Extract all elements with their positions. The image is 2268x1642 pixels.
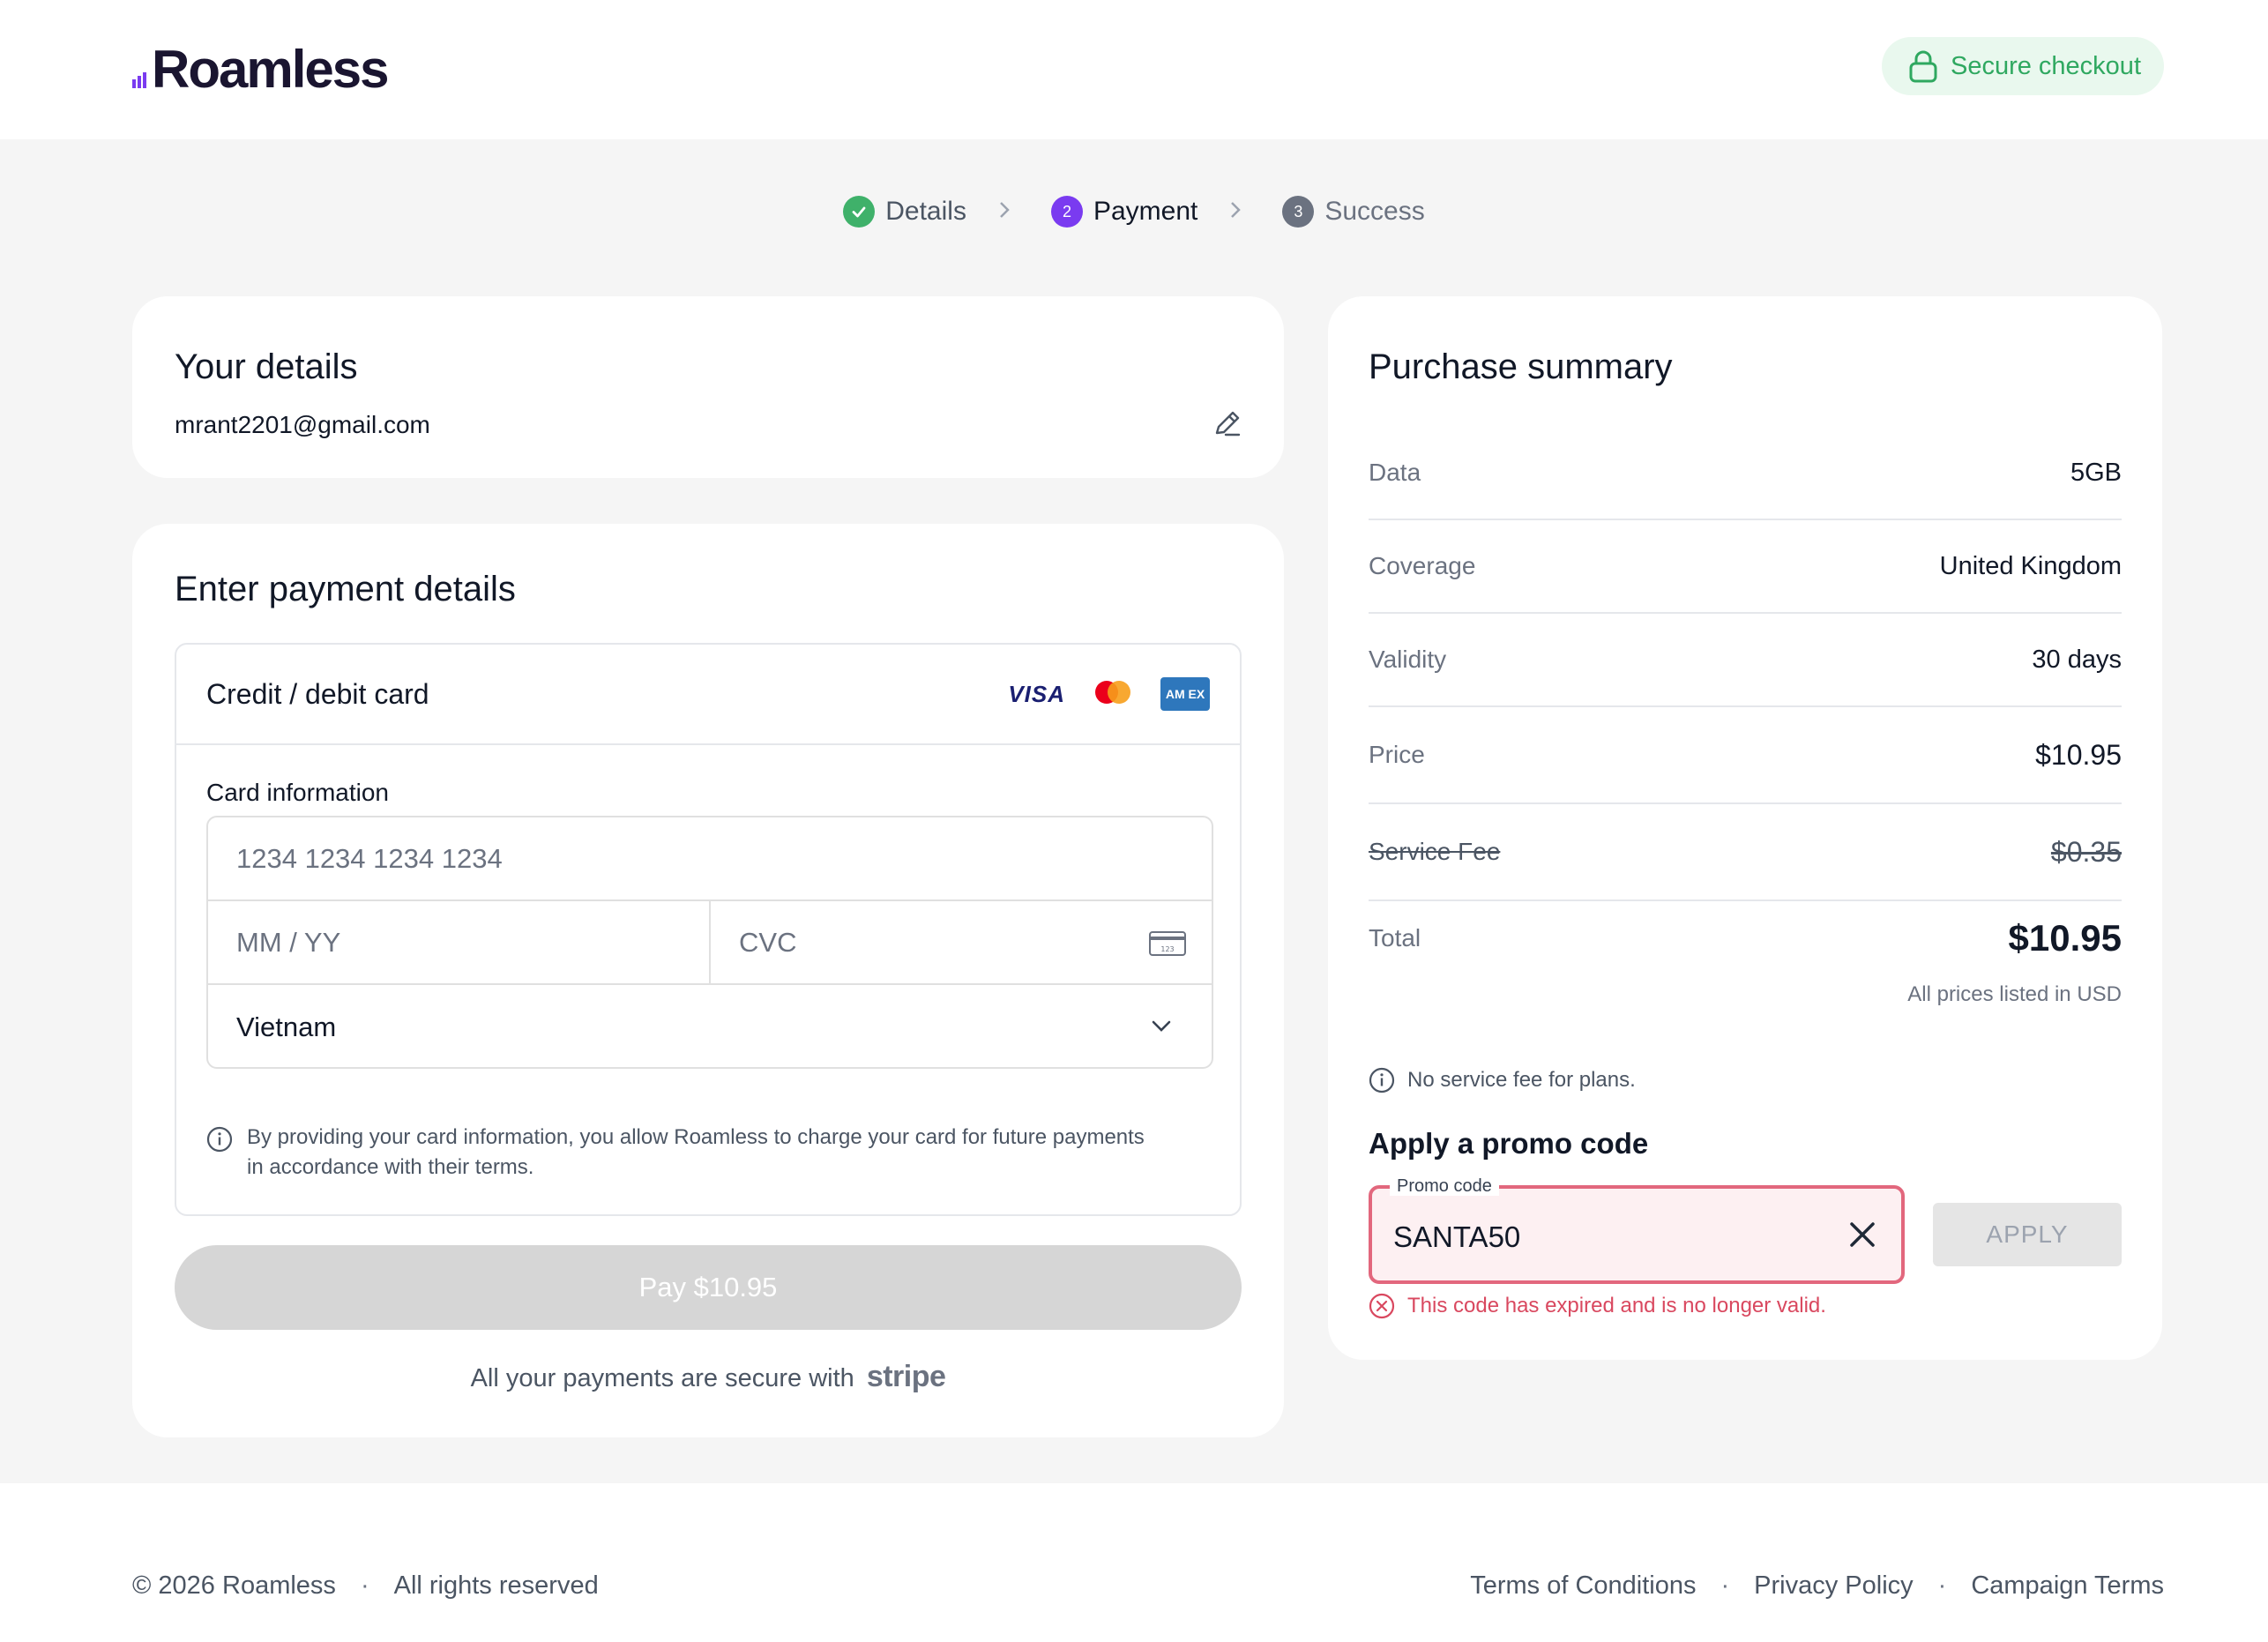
- summary-label: Price: [1369, 741, 1425, 768]
- summary-row-data: Data 5GB: [1369, 427, 2122, 520]
- summary-title: Purchase summary: [1369, 347, 1673, 386]
- apply-promo-button[interactable]: APPLY: [1933, 1203, 2122, 1266]
- summary-value: 5GB: [2070, 458, 2122, 487]
- step-label: Payment: [1093, 197, 1198, 226]
- step-number: 3: [1282, 196, 1315, 228]
- roamless-logo[interactable]: Roamless: [132, 39, 389, 100]
- secure-payment-text: All your payments are secure with: [470, 1364, 854, 1392]
- separator-dot: ·: [1720, 1571, 1730, 1600]
- logo-text: Roamless: [152, 40, 389, 99]
- no-fee-text: No service fee for plans.: [1407, 1068, 1636, 1092]
- summary-value: $10.95: [2035, 738, 2122, 771]
- info-icon: [1369, 1067, 1395, 1093]
- chevron-right-icon: [1229, 197, 1242, 227]
- cvc-placeholder: CVC: [739, 926, 797, 958]
- footer-links: Terms of Conditions · Privacy Policy · C…: [1470, 1571, 2164, 1601]
- summary-row-price: Price $10.95: [1369, 707, 2122, 804]
- step-payment: 2 Payment: [1050, 196, 1198, 228]
- footer: © 2026 Roamless · All rights reserved Te…: [0, 1483, 2268, 1642]
- chevron-down-icon: [1152, 1020, 1171, 1032]
- summary-value: United Kingdom: [1939, 551, 2122, 580]
- secure-checkout-label: Secure checkout: [1950, 51, 2141, 80]
- signal-bars-icon: [132, 71, 146, 88]
- check-icon: [843, 196, 876, 228]
- step-success: 3 Success: [1282, 196, 1425, 228]
- summary-value: 30 days: [2032, 645, 2122, 674]
- header: Roamless Secure checkout: [0, 0, 2268, 139]
- edit-pencil-icon[interactable]: [1210, 406, 1245, 441]
- secure-payment-note: All your payments are secure with stripe: [132, 1360, 1284, 1394]
- cvc-input[interactable]: CVC 123: [709, 901, 1212, 983]
- payment-method-header[interactable]: Credit / debit card VISA AM EX: [176, 645, 1240, 745]
- step-details[interactable]: Details: [843, 196, 966, 228]
- pay-button[interactable]: Pay $10.95: [175, 1245, 1242, 1330]
- your-details-card: Your details mrant2201@gmail.com: [132, 296, 1284, 478]
- promo-code-value: SANTA50: [1393, 1220, 1521, 1253]
- details-email: mrant2201@gmail.com: [175, 411, 430, 438]
- consent-notice: By providing your card information, you …: [206, 1123, 1159, 1183]
- svg-text:123: 123: [1160, 945, 1174, 953]
- country-select[interactable]: Vietnam: [208, 985, 1212, 1067]
- currency-note: All prices listed in USD: [1907, 982, 2122, 1006]
- promo-code-label: Promo code: [1390, 1176, 1499, 1196]
- privacy-policy-link[interactable]: Privacy Policy: [1754, 1571, 1914, 1601]
- visa-logo: VISA: [1008, 680, 1065, 707]
- summary-row-coverage: Coverage United Kingdom: [1369, 520, 2122, 614]
- summary-value: $0.35: [2050, 835, 2122, 868]
- summary-label: Service Fee: [1369, 838, 1501, 865]
- rights-text: All rights reserved: [393, 1571, 599, 1600]
- copyright-text: © 2026 Roamless: [132, 1571, 336, 1600]
- no-fee-note: No service fee for plans.: [1369, 1067, 1636, 1093]
- card-fields: 1234 1234 1234 1234 MM / YY CVC 123 Viet…: [206, 816, 1213, 1069]
- summary-label: Coverage: [1369, 552, 1476, 579]
- info-icon: [206, 1126, 233, 1153]
- checkout-stepper: Details 2 Payment 3 Success: [0, 196, 2268, 228]
- summary-row-validity: Validity 30 days: [1369, 614, 2122, 707]
- promo-title: Apply a promo code: [1369, 1127, 1649, 1160]
- summary-row-service-fee: Service Fee $0.35: [1369, 804, 2122, 901]
- promo-error-message: This code has expired and is no longer v…: [1369, 1293, 1826, 1319]
- promo-code-input[interactable]: Promo code SANTA50: [1369, 1176, 1905, 1284]
- country-value: Vietnam: [236, 1011, 337, 1042]
- lock-icon: [1909, 50, 1937, 83]
- mastercard-logo: [1092, 678, 1134, 711]
- promo-error-text: This code has expired and is no longer v…: [1407, 1294, 1826, 1317]
- secure-checkout-badge: Secure checkout: [1881, 37, 2164, 95]
- details-title: Your details: [175, 347, 358, 386]
- payment-card: Enter payment details Credit / debit car…: [132, 524, 1284, 1437]
- footer-left: © 2026 Roamless · All rights reserved: [132, 1571, 599, 1601]
- chevron-right-icon: [998, 197, 1011, 227]
- total-value: $10.95: [2008, 917, 2122, 959]
- stripe-logo: stripe: [866, 1360, 946, 1393]
- payment-title: Enter payment details: [175, 570, 516, 608]
- summary-label: Validity: [1369, 646, 1447, 673]
- step-number: 2: [1050, 196, 1083, 228]
- step-label: Details: [885, 197, 966, 226]
- error-circle-icon: [1369, 1293, 1395, 1319]
- separator-dot: ·: [360, 1571, 369, 1600]
- card-information-label: Card information: [206, 779, 389, 806]
- total-label: Total: [1369, 924, 1421, 952]
- step-label: Success: [1324, 197, 1425, 226]
- amex-logo: AM EX: [1160, 677, 1210, 711]
- campaign-terms-link[interactable]: Campaign Terms: [1971, 1571, 2164, 1601]
- cvc-card-icon: 123: [1149, 931, 1186, 956]
- purchase-summary-card: Purchase summary Data 5GB Coverage Unite…: [1328, 296, 2162, 1360]
- card-number-input[interactable]: 1234 1234 1234 1234: [208, 817, 1212, 899]
- separator-dot: ·: [1937, 1571, 1947, 1600]
- summary-row-total: Total $10.95: [1369, 901, 2122, 975]
- consent-text: By providing your card information, you …: [247, 1125, 1145, 1179]
- summary-label: Data: [1369, 459, 1421, 486]
- card-payment-method: Credit / debit card VISA AM EX Card info…: [175, 643, 1242, 1216]
- payment-method-label: Credit / debit card: [206, 677, 429, 710]
- expiry-input[interactable]: MM / YY: [208, 901, 709, 983]
- terms-of-conditions-link[interactable]: Terms of Conditions: [1470, 1571, 1696, 1601]
- close-icon[interactable]: [1846, 1219, 1878, 1250]
